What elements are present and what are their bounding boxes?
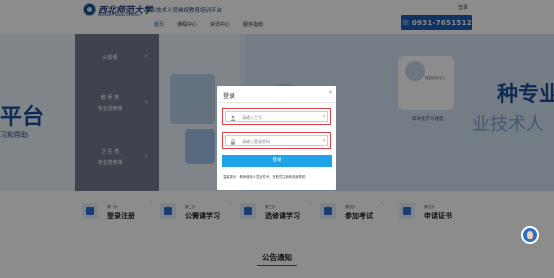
password-field-highlight: × (222, 132, 331, 149)
login-modal: 登录 × × × 登录 温馨提示：教师使用人员证件号，在职员注册体验我帮助 (217, 86, 336, 190)
customer-service-avatar-icon[interactable] (521, 226, 539, 244)
clear-icon[interactable]: × (322, 137, 326, 145)
password-field: × (225, 135, 328, 146)
modal-divider (217, 102, 336, 103)
clear-icon[interactable]: × (322, 113, 326, 121)
user-icon (230, 115, 236, 121)
username-input[interactable] (242, 112, 318, 122)
username-field: × (225, 111, 328, 122)
lock-icon (231, 139, 235, 145)
login-tip: 温馨提示：教师使用人员证件号，在职员注册体验我帮助 (223, 175, 306, 179)
close-icon[interactable]: × (328, 89, 333, 96)
username-field-highlight: × (222, 108, 331, 125)
login-button[interactable]: 登录 (222, 155, 332, 167)
password-input[interactable] (242, 136, 318, 146)
modal-title: 登录 (223, 93, 236, 100)
